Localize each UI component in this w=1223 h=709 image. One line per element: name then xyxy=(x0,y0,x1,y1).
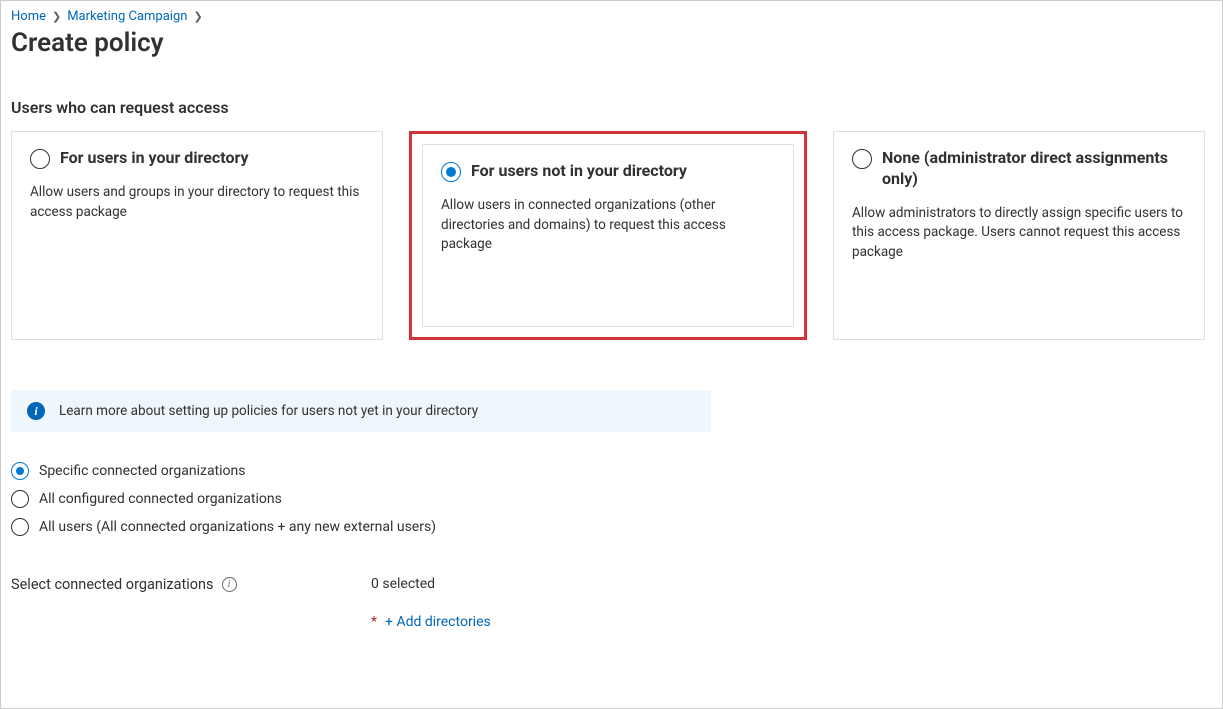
card-title: For users not in your directory xyxy=(471,161,687,182)
radio-icon xyxy=(11,518,29,536)
chevron-right-icon: ❯ xyxy=(52,10,61,23)
radio-icon xyxy=(441,162,461,182)
radio-icon xyxy=(11,462,29,480)
info-banner[interactable]: i Learn more about setting up policies f… xyxy=(11,390,711,432)
chevron-right-icon: ❯ xyxy=(193,10,202,23)
radio-icon xyxy=(30,149,50,169)
scope-radio-group: Specific connected organizations All con… xyxy=(11,462,1212,536)
radio-label: All users (All connected organizations +… xyxy=(39,519,436,535)
radio-label: Specific connected organizations xyxy=(39,463,246,479)
breadcrumb: Home ❯ Marketing Campaign ❯ xyxy=(11,9,1212,24)
card-title: For users in your directory xyxy=(60,148,249,169)
card-description: Allow administrators to directly assign … xyxy=(852,204,1186,263)
section-users-label: Users who can request access xyxy=(11,98,1212,117)
page-title: Create policy xyxy=(11,28,1212,58)
connected-orgs-label: Select connected organizations xyxy=(11,576,214,593)
help-icon[interactable]: i xyxy=(222,577,237,592)
breadcrumb-home[interactable]: Home xyxy=(11,9,46,24)
radio-icon xyxy=(11,490,29,508)
radio-all-users[interactable]: All users (All connected organizations +… xyxy=(11,518,1212,536)
card-title: None (administrator direct assignments o… xyxy=(882,148,1186,190)
connected-orgs-section: Select connected organizations i 0 selec… xyxy=(11,576,1212,630)
card-users-not-in-directory[interactable]: For users not in your directory Allow us… xyxy=(409,131,807,340)
connected-orgs-count: 0 selected xyxy=(371,576,491,592)
info-icon: i xyxy=(27,402,45,420)
card-description: Allow users and groups in your directory… xyxy=(30,183,364,222)
required-indicator: * xyxy=(371,614,377,630)
radio-icon xyxy=(852,149,872,169)
radio-specific-connected-orgs[interactable]: Specific connected organizations xyxy=(11,462,1212,480)
request-access-cards: For users in your directory Allow users … xyxy=(11,131,1212,340)
radio-label: All configured connected organizations xyxy=(39,491,282,507)
radio-all-configured-orgs[interactable]: All configured connected organizations xyxy=(11,490,1212,508)
info-banner-text: Learn more about setting up policies for… xyxy=(59,403,478,419)
card-none-admin-only[interactable]: None (administrator direct assignments o… xyxy=(833,131,1205,340)
card-users-in-directory[interactable]: For users in your directory Allow users … xyxy=(11,131,383,340)
add-directories-link[interactable]: + Add directories xyxy=(385,614,491,630)
breadcrumb-campaign[interactable]: Marketing Campaign xyxy=(67,9,187,24)
card-description: Allow users in connected organizations (… xyxy=(441,196,775,255)
